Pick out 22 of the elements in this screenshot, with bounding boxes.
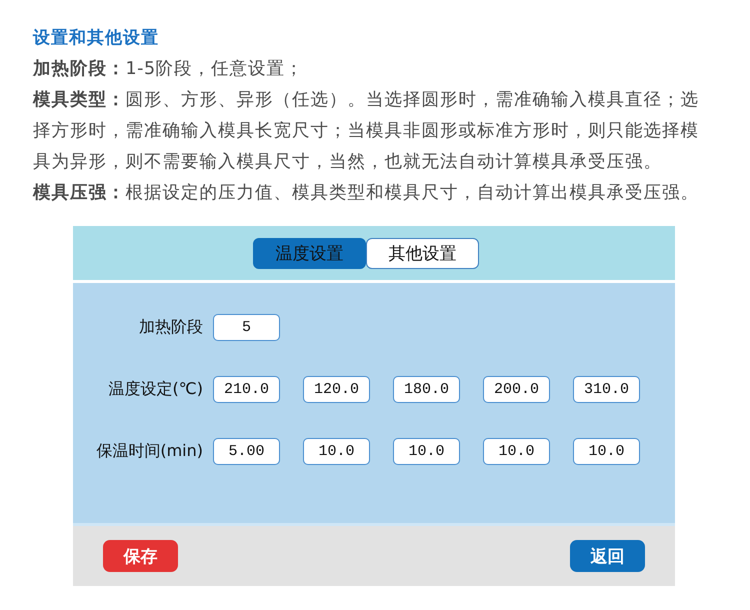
value-field[interactable]: 180.0 [393, 376, 460, 403]
back-button[interactable]: 返回 [570, 540, 645, 572]
field-label: 温度设定(℃) [108, 379, 203, 400]
value-field[interactable]: 5.00 [213, 438, 280, 465]
tab[interactable]: 其他设置 [366, 238, 479, 268]
value-field[interactable]: 210.0 [213, 376, 280, 403]
value-field[interactable]: 10.0 [303, 438, 370, 465]
value-field[interactable]: 200.0 [483, 376, 550, 403]
value-field[interactable]: 10.0 [483, 438, 550, 465]
description-paragraph: 模具类型：圆形、方形、异形（任选）。当选择圆形时，需准确输入模具直径；选择方形时，需准确输入模具长宽尺寸；当模具非圆形或标准方形时，则只能选择模具为异形，则不需要输入模具尺寸，当然，也就无法自动计算模具承受压强。 [33, 89, 699, 174]
value-field[interactable]: 10.0 [393, 438, 460, 465]
description-paragraph: 加热阶段：1-5阶段，任意设置； [33, 58, 304, 81]
field-label: 保温时间(min) [95, 441, 203, 462]
field-label: 加热阶段 [138, 317, 203, 338]
value-field[interactable]: 120.0 [303, 376, 370, 403]
value-field[interactable]: 5 [213, 314, 280, 341]
section-title: 设置和其他设置 [33, 27, 159, 50]
tab[interactable]: 温度设置 [253, 238, 366, 268]
description-paragraph: 模具压强：根据设定的压力值、模具类型和模具尺寸，自动计算出模具承受压强。 [33, 182, 699, 205]
save-button[interactable]: 保存 [103, 540, 178, 572]
value-field[interactable]: 10.0 [573, 438, 640, 465]
value-field[interactable]: 310.0 [573, 376, 640, 403]
